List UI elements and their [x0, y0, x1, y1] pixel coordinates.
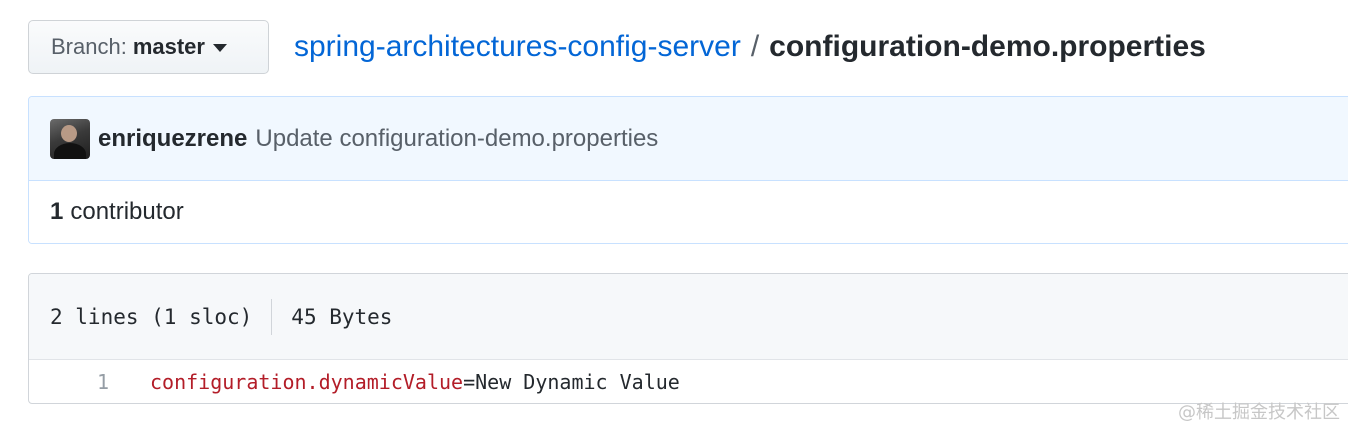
breadcrumb: spring-architectures-config-server / con…	[294, 24, 1206, 70]
code-line: 1 configuration.dynamicValue=New Dynamic…	[29, 360, 1348, 403]
contributors-summary[interactable]: 1 contributor	[29, 181, 1348, 243]
line-content: configuration.dynamicValue=New Dynamic V…	[150, 370, 680, 394]
branch-prefix-label: Branch:	[51, 34, 127, 59]
property-equals: =	[463, 370, 476, 394]
branch-select-button[interactable]: Branch: master	[28, 20, 269, 74]
watermark: @稀土掘金技术社区	[1178, 402, 1340, 423]
caret-down-icon	[212, 44, 227, 52]
file-view-page: Branch: master spring-architectures-conf…	[0, 0, 1348, 428]
file-info-divider	[271, 298, 273, 335]
commit-message-link[interactable]: Update configuration-demo.properties	[255, 125, 658, 153]
file-info-header: 2 lines (1 sloc) 45 Bytes	[29, 274, 1348, 360]
file-content-box: 2 lines (1 sloc) 45 Bytes 1 configuratio…	[28, 273, 1348, 404]
latest-commit-box: enriquezrene Update configuration-demo.p…	[28, 96, 1348, 244]
breadcrumb-file-name: configuration-demo.properties	[769, 30, 1206, 63]
branch-name: master	[132, 34, 205, 59]
contributors-label: contributor	[70, 198, 184, 225]
property-value: New Dynamic Value	[475, 370, 680, 394]
avatar[interactable]	[50, 118, 90, 159]
commit-header: enriquezrene Update configuration-demo.p…	[29, 97, 1348, 181]
file-size: 45 Bytes	[291, 304, 393, 329]
property-key: configuration.dynamicValue	[150, 370, 464, 394]
file-line-count: 2 lines (1 sloc)	[50, 304, 253, 329]
breadcrumb-separator: /	[750, 30, 760, 63]
line-number[interactable]: 1	[29, 370, 109, 394]
commit-author-link[interactable]: enriquezrene	[98, 125, 247, 153]
breadcrumb-repo-link[interactable]: spring-architectures-config-server	[294, 30, 741, 64]
contributors-count: 1	[50, 198, 64, 225]
